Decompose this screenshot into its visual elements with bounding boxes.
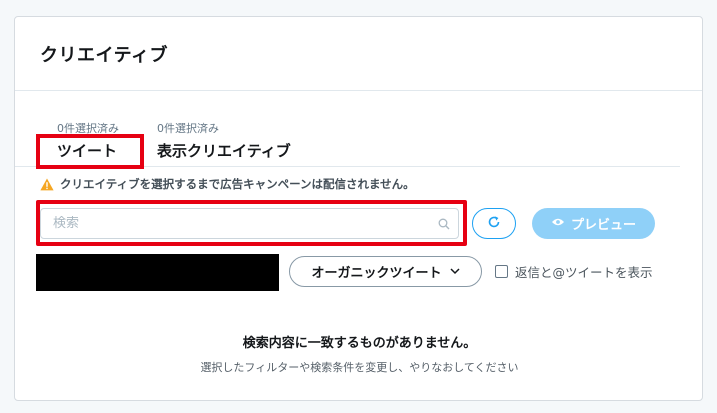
show-replies-label: 返信と@ツイートを表示	[515, 265, 653, 280]
redacted-block	[36, 254, 279, 291]
delivery-warning: クリエイティブを選択するまで広告キャンペーンは配信されません。	[40, 176, 415, 192]
empty-state-title: 検索内容に一致するものがありません。	[242, 336, 477, 351]
refresh-button[interactable]	[472, 208, 516, 239]
show-replies-option[interactable]: 返信と@ツイートを表示	[495, 262, 653, 281]
show-replies-checkbox[interactable]	[495, 265, 508, 278]
organic-tweets-dropdown[interactable]: オーガニックツイート	[289, 256, 482, 287]
chevron-down-icon	[449, 264, 460, 279]
creative-tabs: 0件選択済み ツイート 0件選択済み 表示クリエイティブ	[15, 117, 680, 167]
tab-tweets-count: 0件選択済み	[57, 122, 119, 135]
tab-display-creatives-count: 0件選択済み	[157, 122, 219, 135]
warning-icon	[40, 178, 54, 191]
eye-icon	[551, 216, 565, 231]
tab-display-creatives-label: 表示クリエイティブ	[157, 142, 291, 160]
card-title: クリエイティブ	[40, 45, 169, 66]
tab-tweets-label: ツイート	[57, 142, 118, 160]
tab-display-creatives[interactable]: 0件選択済み 表示クリエイティブ	[157, 120, 291, 161]
empty-state-subtitle: 選択したフィルターや検索条件を変更し、やりなおしてください	[200, 361, 519, 374]
preview-button[interactable]: プレビュー	[532, 208, 655, 239]
refresh-icon	[487, 214, 501, 233]
search-icon	[430, 218, 458, 230]
warning-text: クリエイティブを選択するまで広告キャンペーンは配信されません。	[60, 177, 415, 191]
organic-tweets-label: オーガニックツイート	[311, 266, 442, 281]
search-input[interactable]	[41, 216, 430, 231]
tab-tweets[interactable]: 0件選択済み ツイート	[57, 120, 119, 161]
search-box	[40, 208, 459, 239]
card-header: クリエイティブ	[15, 17, 702, 91]
preview-label: プレビュー	[570, 218, 636, 233]
creative-card: クリエイティブ 0件選択済み ツイート 0件選択済み 表示クリエイティブ クリエ…	[14, 16, 703, 401]
